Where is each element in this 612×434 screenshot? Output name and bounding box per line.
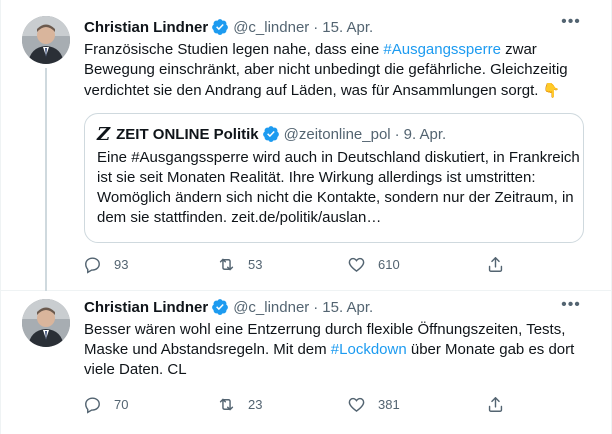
hashtag-link[interactable]: #Lockdown <box>331 341 407 358</box>
thread-line <box>45 68 47 291</box>
tweet-line: Bewegung einschränkt, aber nicht unbedin… <box>84 61 568 78</box>
share-button[interactable] <box>486 255 505 274</box>
quote-author-name: ZEIT ONLINE Politik <box>116 125 259 143</box>
more-options-icon[interactable]: ••• <box>559 297 583 319</box>
zeit-logo: Z <box>97 123 111 145</box>
author-name[interactable]: Christian Lindner <box>84 299 208 316</box>
quote-text: Eine #Ausgangssperre wird auch in Deutsc… <box>97 148 580 228</box>
like-button[interactable]: 610 <box>347 255 400 274</box>
avatar[interactable] <box>22 299 70 347</box>
timeline: Christian Lindner @c_lindner · 15. Apr. … <box>0 0 612 434</box>
quote-author-handle: @zeitonline_pol <box>283 125 391 143</box>
tweet-header: Christian Lindner @c_lindner · 15. Apr. <box>84 17 595 37</box>
quote-line: ist sie seit Monaten Realität. Ihre Wirk… <box>97 169 536 186</box>
verified-badge-icon <box>211 18 229 36</box>
retweet-icon <box>217 395 236 414</box>
reply-icon <box>83 255 102 274</box>
tweet-actions: 93 53 610 <box>79 255 519 275</box>
pointing-down-emoji: 👇 <box>542 82 561 98</box>
quote-date: 9. Apr. <box>403 125 447 143</box>
verified-badge-icon <box>262 125 280 143</box>
tweet-line: viele Daten. CL <box>84 361 187 378</box>
tweet-text: Französische Studien legen nahe, dass ei… <box>84 40 595 101</box>
like-count: 381 <box>378 397 400 412</box>
retweet-count: 23 <box>248 397 263 412</box>
separator: · <box>313 298 319 316</box>
like-count: 610 <box>378 257 400 272</box>
like-button[interactable]: 381 <box>347 395 400 414</box>
quote-header: Z ZEIT ONLINE Politik @zeitonline_pol · … <box>97 123 571 145</box>
hashtag-link[interactable]: #Ausgangssperre <box>383 41 501 58</box>
reply-button[interactable]: 93 <box>83 255 128 274</box>
tweet-body: Christian Lindner @c_lindner · 15. Apr. … <box>84 17 595 101</box>
like-icon <box>347 395 366 414</box>
separator: · <box>394 125 400 143</box>
retweet-button[interactable]: 23 <box>217 395 262 414</box>
tweet[interactable]: Christian Lindner @c_lindner · 15. Apr. … <box>1 291 611 434</box>
more-options-icon[interactable]: ••• <box>559 14 583 36</box>
tweet-date[interactable]: 15. Apr. <box>322 299 373 316</box>
tweet-line: Maske und Abstandsregeln. Mit dem #Lockd… <box>84 341 575 358</box>
like-icon <box>347 255 366 274</box>
share-icon <box>486 395 505 414</box>
retweet-count: 53 <box>248 257 263 272</box>
share-icon <box>486 255 505 274</box>
author-handle[interactable]: @c_lindner <box>233 19 309 36</box>
avatar[interactable] <box>22 16 70 64</box>
reply-count: 70 <box>114 397 129 412</box>
tweet-header: Christian Lindner @c_lindner · 15. Apr. <box>84 297 595 317</box>
reply-button[interactable]: 70 <box>83 395 128 414</box>
tweet-date[interactable]: 15. Apr. <box>322 19 373 36</box>
retweet-icon <box>217 255 236 274</box>
retweet-button[interactable]: 53 <box>217 255 262 274</box>
tweet-actions: 70 23 381 <box>79 395 519 415</box>
quote-line: Eine #Ausgangssperre wird auch in Deutsc… <box>97 149 580 166</box>
tweet-line: verdichtet sie den Andrang auf Läden, wa… <box>84 82 561 99</box>
share-button[interactable] <box>486 395 505 414</box>
quote-line: dem sie stattfinden. zeit.de/politik/aus… <box>97 209 382 226</box>
author-name[interactable]: Christian Lindner <box>84 19 208 36</box>
tweet-line: Besser wären wohl eine Entzerrung durch … <box>84 321 566 338</box>
tweet-text: Besser wären wohl eine Entzerrung durch … <box>84 320 595 380</box>
quoted-tweet[interactable]: Z ZEIT ONLINE Politik @zeitonline_pol · … <box>84 113 584 243</box>
verified-badge-icon <box>211 298 229 316</box>
tweet[interactable]: Christian Lindner @c_lindner · 15. Apr. … <box>1 0 611 291</box>
author-handle[interactable]: @c_lindner <box>233 299 309 316</box>
tweet-body: Christian Lindner @c_lindner · 15. Apr. … <box>84 297 595 380</box>
reply-count: 93 <box>114 257 129 272</box>
reply-icon <box>83 395 102 414</box>
tweet-line: Französische Studien legen nahe, dass ei… <box>84 41 537 58</box>
quote-line: Womöglich ändern sich nicht die Kontakte… <box>97 189 574 206</box>
separator: · <box>313 18 319 36</box>
